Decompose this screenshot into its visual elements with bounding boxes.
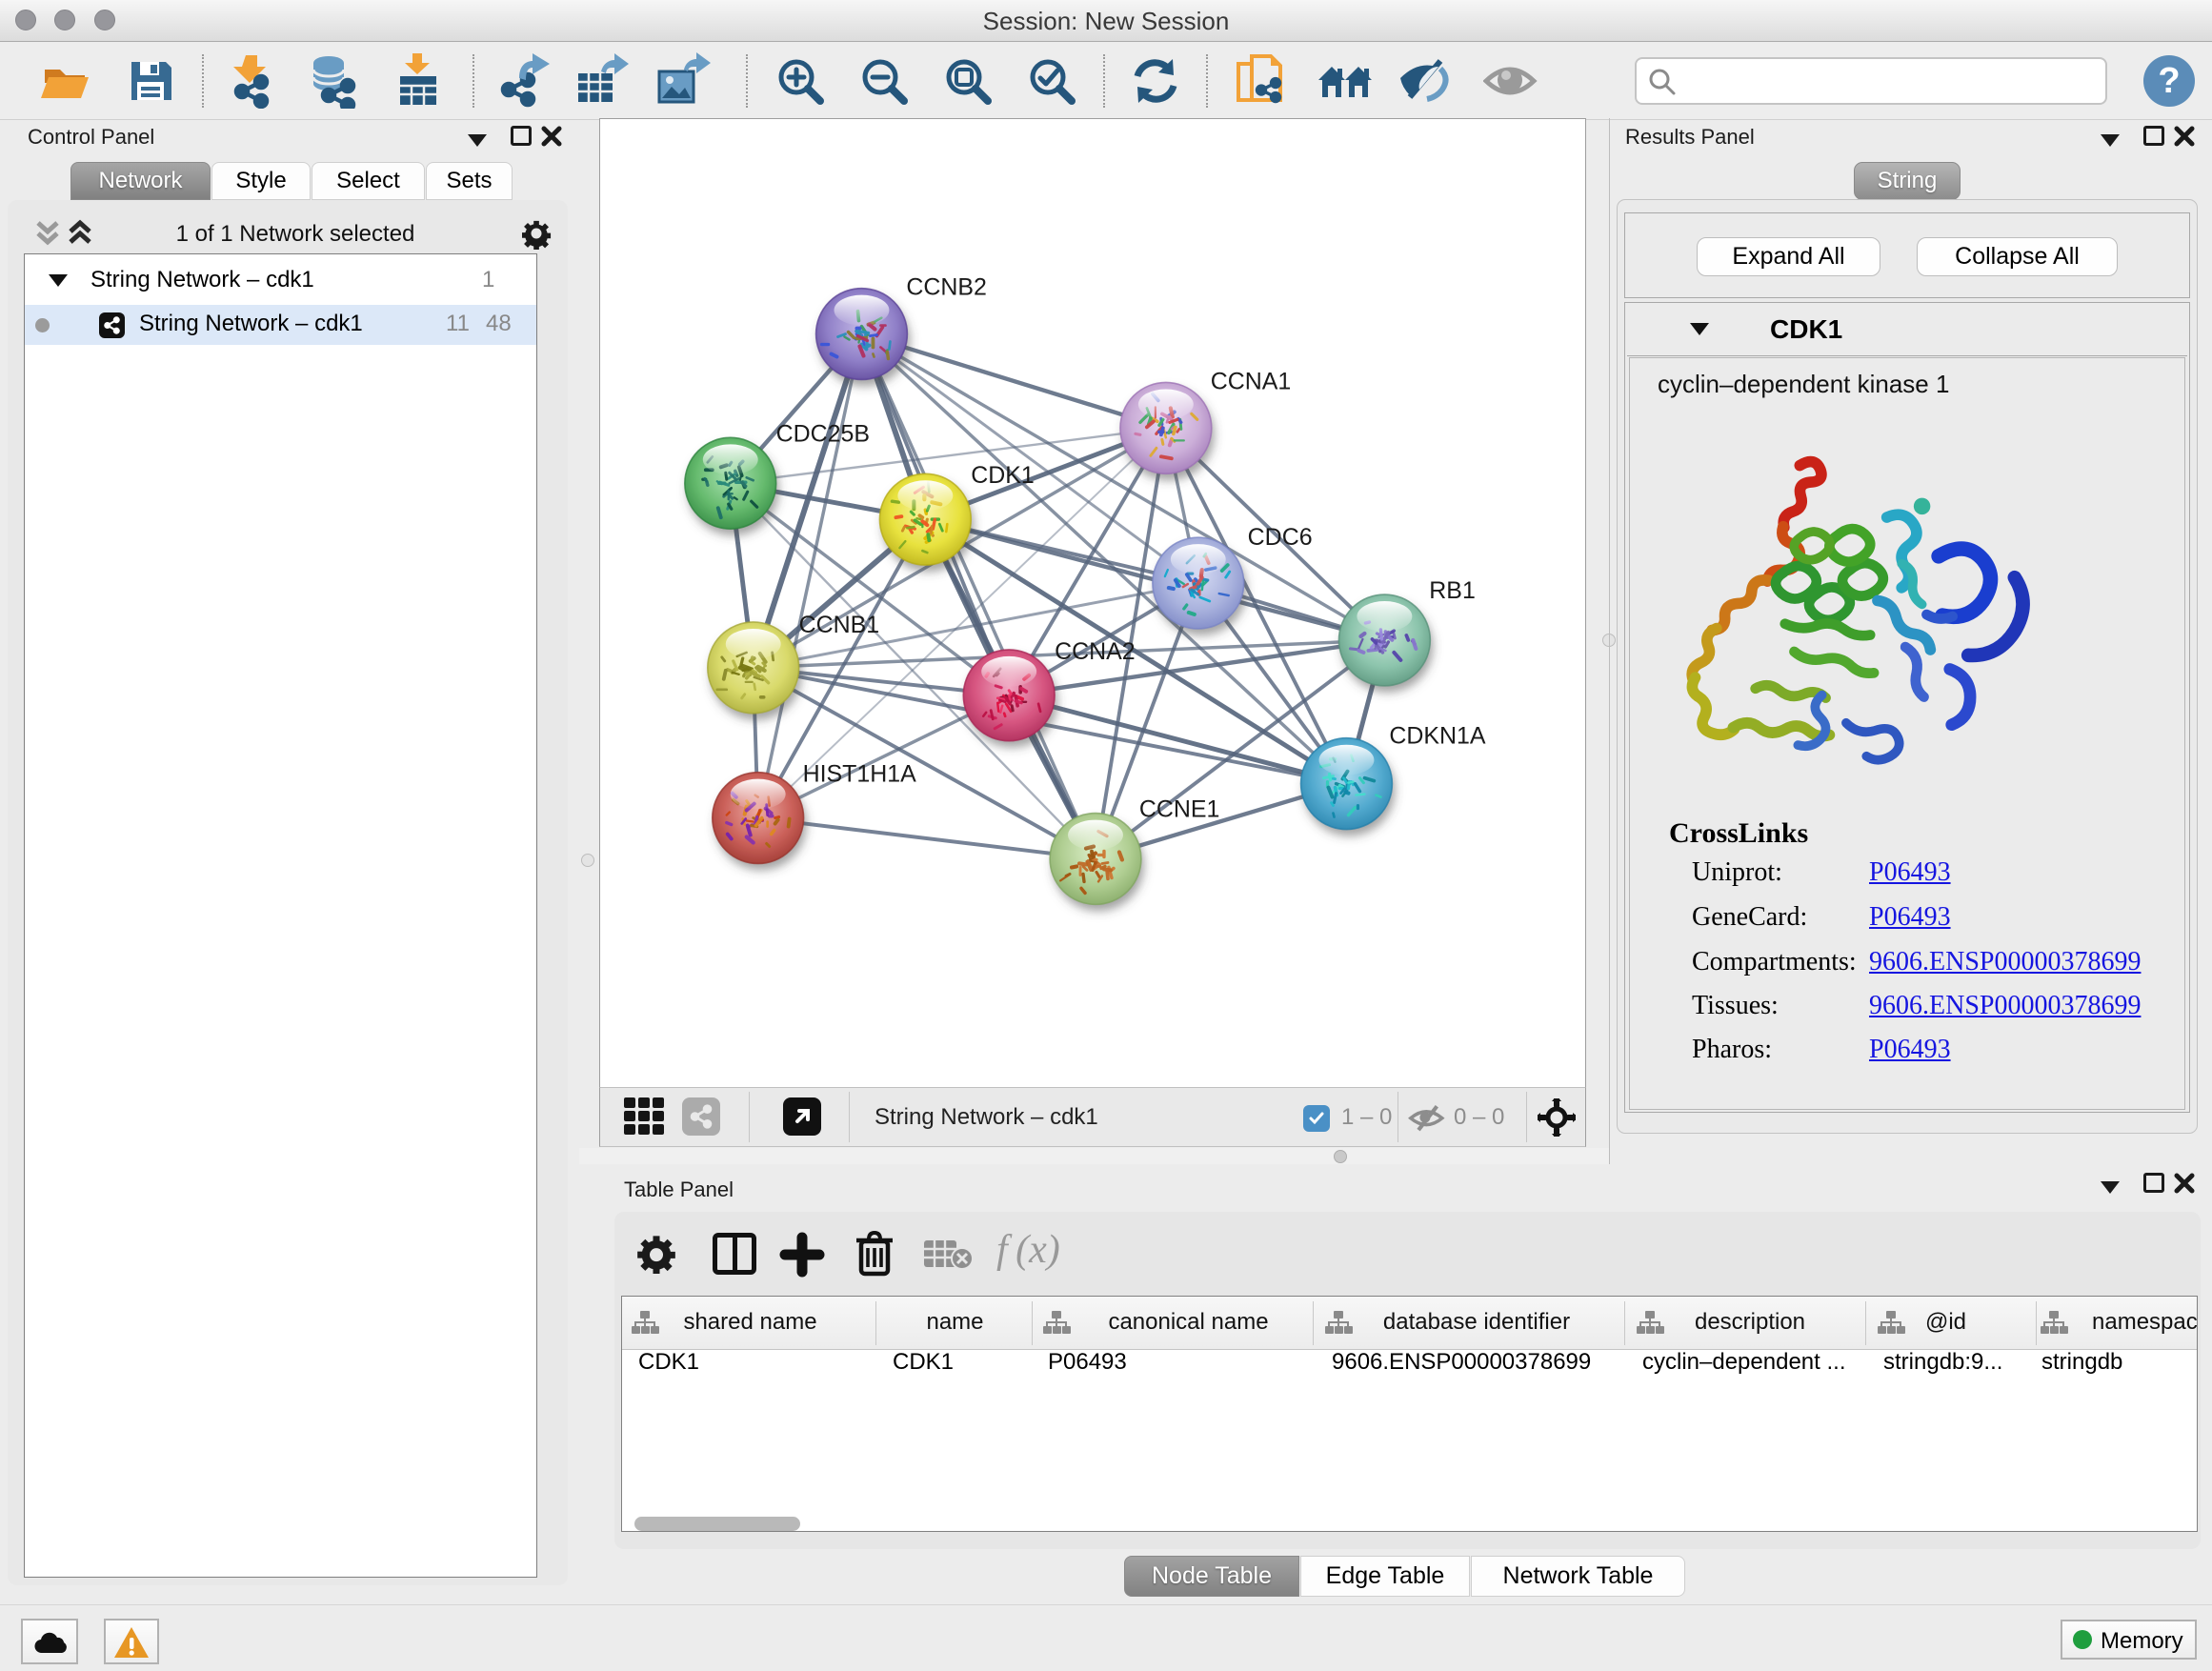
svg-text:CDKN1A: CDKN1A: [1389, 723, 1486, 750]
svg-text:HIST1H1A: HIST1H1A: [803, 761, 917, 788]
svg-text:CCNB1: CCNB1: [799, 612, 880, 638]
svg-text:CCNB2: CCNB2: [906, 274, 987, 301]
svg-text:CDC25B: CDC25B: [776, 420, 870, 447]
svg-text:CCNA2: CCNA2: [1055, 638, 1136, 665]
svg-text:RB1: RB1: [1429, 577, 1476, 604]
svg-text:CCNA1: CCNA1: [1211, 368, 1292, 394]
svg-text:CDC6: CDC6: [1248, 524, 1313, 551]
svg-text:CDK1: CDK1: [971, 462, 1035, 489]
svg-text:CCNE1: CCNE1: [1139, 796, 1220, 823]
